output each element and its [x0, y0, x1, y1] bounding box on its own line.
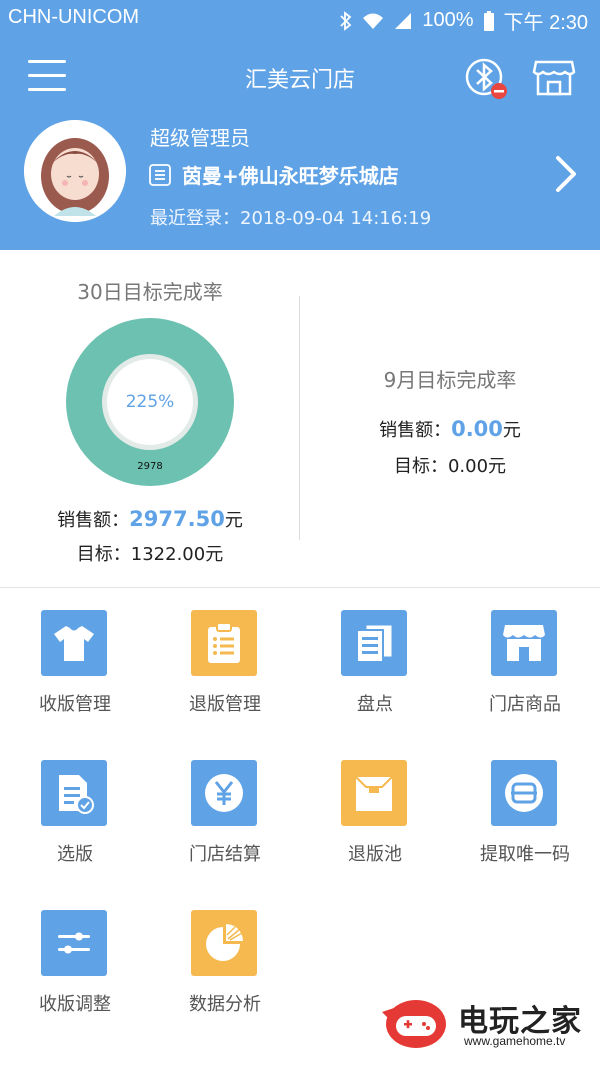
- stats-panel: 30日目标完成率 225% 2978 销售额：2977.50元 目标：1322.…: [0, 250, 600, 588]
- menu-label: 门店结算: [189, 844, 261, 865]
- list-icon: [149, 163, 171, 186]
- status-bar: CHN-UNICOM 100% 下午 2:30: [0, 0, 600, 38]
- menu-item-analytics[interactable]: 数据分析: [150, 890, 300, 1030]
- shirt-icon: [41, 610, 107, 676]
- user-role: 超级管理员: [150, 126, 250, 150]
- wifi-icon: [363, 13, 384, 29]
- status-right: 100% 下午 2:30: [340, 6, 588, 35]
- donut-value: 2978: [137, 461, 163, 472]
- 30-day-target: 目标：1322.00元: [76, 544, 224, 565]
- clock: 下午 2:30: [503, 12, 588, 34]
- last-login: 最近登录：2018-09-04 14:16:19: [150, 208, 432, 229]
- menu-label: 提取唯一码: [480, 844, 570, 865]
- documents-icon: [341, 610, 407, 676]
- month-sales: 销售额：0.00元: [379, 417, 521, 441]
- menu-item-store-goods[interactable]: 门店商品: [450, 590, 600, 730]
- app-title: 汇美云门店: [244, 68, 355, 93]
- menu-label: 收版调整: [39, 994, 111, 1015]
- clipboard-icon: [191, 610, 257, 676]
- month-sales-value: 0.00: [451, 417, 503, 441]
- chevron-right-icon[interactable]: [552, 154, 580, 194]
- menu-label: 盘点: [357, 694, 393, 715]
- battery-icon: [483, 10, 494, 31]
- menu-label: 退版池: [348, 844, 402, 865]
- doc-check-icon: [41, 760, 107, 826]
- watermark-url: www.gamehome.tv: [464, 1034, 566, 1048]
- menu-label: 退版管理: [189, 694, 261, 715]
- menu-label: 选版: [57, 844, 93, 865]
- sliders-icon: [41, 910, 107, 976]
- menu-label: 门店商品: [489, 694, 561, 715]
- carrier-name: CHN-UNICOM: [8, 6, 140, 28]
- month-title: 9月目标完成率: [383, 368, 517, 392]
- menu-item-return[interactable]: 退版管理: [150, 590, 300, 730]
- menu-item-unique-code[interactable]: 提取唯一码: [450, 740, 600, 880]
- battery-percent: 100%: [422, 9, 474, 31]
- scan-icon: [491, 760, 557, 826]
- box-icon: [341, 760, 407, 826]
- menu-item-receive[interactable]: 收版管理: [0, 590, 150, 730]
- menu-item-inventory[interactable]: 盘点: [300, 590, 450, 730]
- menu-label: 数据分析: [189, 994, 261, 1015]
- watermark: 电玩之家 www.gamehome.tv: [380, 992, 590, 1052]
- store-name: 茵曼+佛山永旺梦乐城店: [182, 164, 399, 188]
- menu-item-adjust[interactable]: 收版调整: [0, 890, 150, 1030]
- 30-day-sales: 销售额：2977.50元: [57, 507, 243, 531]
- watermark-logo-icon: [382, 1000, 446, 1048]
- feature-grid: 收版管理 退版管理 盘点 门店商品 选版 门店结算 退版池 提取唯一码 收版调整…: [0, 590, 600, 1030]
- header: CHN-UNICOM 100% 下午 2:30 汇美云门店 超级管理员 茵曼+佛…: [0, 0, 600, 250]
- bluetooth-status-icon: [340, 10, 352, 31]
- donut-percent: 225%: [125, 392, 175, 412]
- menu-item-return-pool[interactable]: 退版池: [300, 740, 450, 880]
- 30-day-title: 30日目标完成率: [77, 280, 223, 304]
- menu-item-settlement[interactable]: 门店结算: [150, 740, 300, 880]
- menu-item-select[interactable]: 选版: [0, 740, 150, 880]
- pie-chart-icon: [191, 910, 257, 976]
- store-icon[interactable]: [532, 56, 576, 100]
- 30-day-sales-value: 2977.50: [129, 507, 225, 531]
- bluetooth-icon[interactable]: [464, 56, 510, 102]
- shop-icon: [491, 610, 557, 676]
- menu-label: 收版管理: [39, 694, 111, 715]
- month-target: 目标：0.00元: [393, 456, 507, 477]
- yen-icon: [191, 760, 257, 826]
- store-selector[interactable]: 茵曼+佛山永旺梦乐城店: [148, 160, 399, 189]
- navbar: 汇美云门店: [0, 48, 600, 104]
- signal-icon: [395, 12, 412, 29]
- avatar[interactable]: [24, 120, 126, 222]
